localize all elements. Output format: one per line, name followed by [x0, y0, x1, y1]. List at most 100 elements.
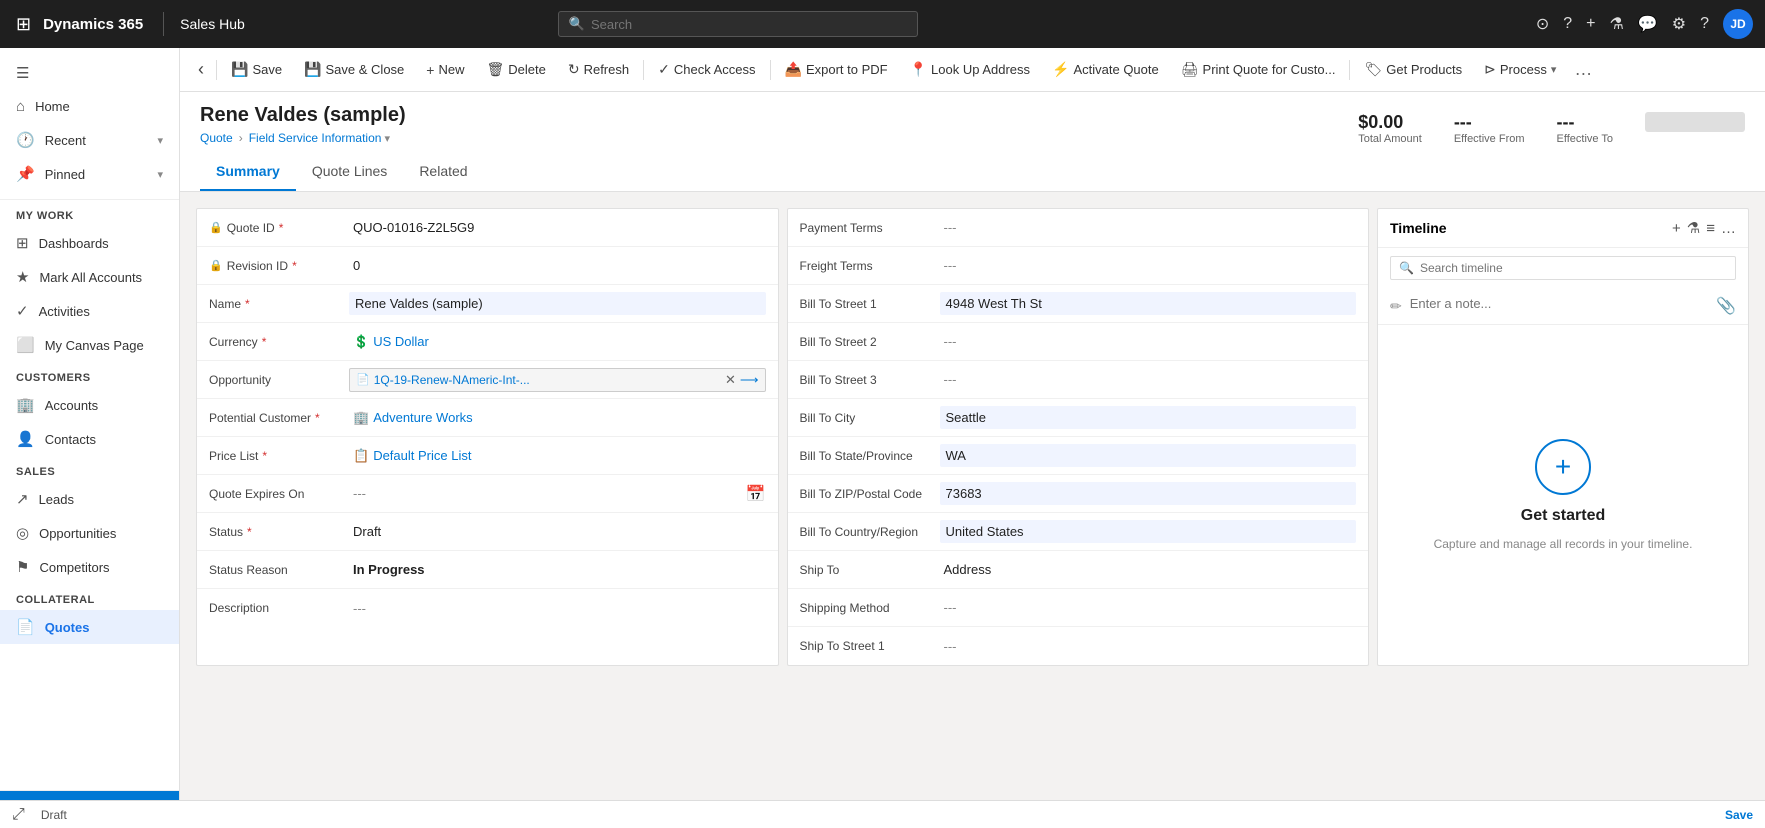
sidebar-item-opportunities[interactable]: ◎ Opportunities [0, 516, 179, 550]
settings-icon[interactable]: ⚙ [1672, 14, 1686, 34]
left-form-section: 🔒 Quote ID * QUO-01016-Z2L5G9 🔒 Revision… [196, 208, 779, 666]
sidebar-item-activities[interactable]: ✓ Activities [0, 294, 179, 328]
field-bill-to-state: Bill To State/Province WA [788, 437, 1369, 475]
sidebar-label-recent: Recent [45, 133, 148, 148]
sidebar-item-leads[interactable]: ↗ Leads [0, 482, 179, 516]
value-currency[interactable]: 💲 US Dollar [349, 332, 766, 352]
refresh-button[interactable]: ↻ Refresh [558, 55, 639, 84]
status-expand-icon[interactable]: ⤢ [12, 806, 25, 824]
effective-to-label: Effective To [1557, 133, 1613, 145]
sidebar-item-canvas[interactable]: ⬜ My Canvas Page [0, 328, 179, 362]
process-label: Process [1500, 62, 1547, 77]
delete-icon: 🗑 [486, 61, 504, 78]
sidebar-item-mark-all-accounts[interactable]: ★ Mark All Accounts [0, 260, 179, 294]
label-bill-to-country: Bill To Country/Region [800, 525, 940, 539]
help-icon[interactable]: ? [1700, 15, 1709, 33]
breadcrumb-quote[interactable]: Quote [200, 131, 233, 145]
timeline-search-bar[interactable]: 🔍 [1390, 256, 1736, 280]
more-options-icon[interactable]: … [1568, 55, 1598, 84]
sidebar-item-accounts[interactable]: 🏢 Accounts [0, 388, 179, 422]
tab-summary[interactable]: Summary [200, 153, 296, 191]
field-description: Description --- [197, 589, 778, 627]
required-status: * [247, 525, 252, 539]
tab-related[interactable]: Related [403, 153, 483, 191]
timeline-more-icon[interactable]: … [1721, 220, 1736, 237]
value-bill-to-state[interactable]: WA [940, 444, 1357, 467]
waffle-menu-icon[interactable]: ⊞ [12, 10, 35, 39]
timeline-section: Timeline + ⚗ ≡ … 🔍 ✏ 📎 + Get started [1377, 208, 1749, 666]
user-avatar[interactable]: JD [1723, 9, 1753, 39]
refresh-icon: ↻ [568, 61, 580, 78]
back-button[interactable]: ‹ [190, 55, 212, 84]
timeline-attach-icon[interactable]: 📎 [1716, 296, 1736, 316]
value-potential-customer[interactable]: 🏢 Adventure Works [349, 408, 766, 428]
opportunity-clear-icon[interactable]: ✕ [725, 372, 736, 388]
field-bill-to-street1: Bill To Street 1 4948 West Th St [788, 285, 1369, 323]
sidebar-label-pinned: Pinned [45, 167, 148, 182]
sidebar-collapse-toggle[interactable]: ☰ [0, 56, 179, 90]
sidebar-item-pinned[interactable]: 📌 Pinned ▾ [0, 157, 179, 191]
export-pdf-button[interactable]: 📤 Export to PDF [775, 55, 898, 84]
get-products-button[interactable]: 🏷 Get Products [1354, 55, 1472, 84]
value-price-list[interactable]: 📋 Default Price List [349, 446, 766, 466]
sidebar-item-home[interactable]: ⌂ Home [0, 90, 179, 123]
activities-icon: ✓ [16, 302, 29, 320]
sidebar-label-opportunities: Opportunities [39, 526, 163, 541]
search-input[interactable] [591, 17, 907, 32]
required-customer: * [315, 411, 320, 425]
save-button[interactable]: 💾 Save [221, 55, 292, 84]
status-save-button[interactable]: Save [1725, 808, 1753, 822]
save-close-button[interactable]: 💾 Save & Close [294, 55, 414, 84]
label-bill-to-city: Bill To City [800, 411, 940, 425]
print-quote-button[interactable]: 🖨 Print Quote for Custo... [1171, 55, 1346, 84]
timeline-search-icon: 🔍 [1399, 261, 1414, 275]
timeline-list-icon[interactable]: ≡ [1706, 220, 1715, 237]
tab-quote-lines[interactable]: Quote Lines [296, 153, 404, 191]
filter-icon[interactable]: ⚗ [1609, 14, 1623, 34]
required-revision-id: * [292, 259, 297, 273]
breadcrumb-separator: › [239, 131, 243, 145]
timeline-note-input-area: ✏ 📎 [1378, 288, 1748, 325]
timeline-add-icon[interactable]: + [1672, 220, 1681, 237]
required-quote-id: * [279, 221, 284, 235]
process-button[interactable]: ⊳ Process ▾ [1474, 55, 1566, 84]
goal-icon[interactable]: ⊙ [1536, 14, 1549, 34]
lookup-address-button[interactable]: 📍 Look Up Address [900, 55, 1040, 84]
sidebar-item-recent[interactable]: 🕐 Recent ▾ [0, 123, 179, 157]
sidebar-item-quotes[interactable]: 📄 Quotes [0, 610, 179, 644]
timeline-add-circle[interactable]: + [1535, 439, 1591, 495]
timeline-edit-icon: ✏ [1390, 298, 1402, 315]
delete-button[interactable]: 🗑 Delete [476, 55, 555, 84]
value-description[interactable]: --- [349, 599, 766, 618]
timeline-note-input[interactable] [1410, 296, 1708, 311]
value-ship-to: Address [940, 560, 1357, 579]
timeline-search-input[interactable] [1420, 261, 1727, 275]
value-bill-to-street3: --- [940, 370, 1357, 389]
new-label: New [438, 62, 464, 77]
activate-quote-button[interactable]: ⚡ Activate Quote [1042, 55, 1169, 84]
opportunity-nav-icon[interactable]: ⟶ [740, 372, 759, 388]
new-button[interactable]: + New [416, 56, 474, 84]
opportunity-lookup[interactable]: 📄 1Q-19-Renew-NAmeric-Int-... ✕ ⟶ [349, 368, 766, 392]
calendar-icon[interactable]: 📅 [746, 484, 766, 504]
global-search-bar[interactable]: 🔍 [558, 11, 918, 37]
value-bill-to-country[interactable]: United States [940, 520, 1357, 543]
sidebar-item-contacts[interactable]: 👤 Contacts [0, 422, 179, 456]
value-quote-expires[interactable]: --- [349, 484, 746, 503]
breadcrumb-field-service[interactable]: Field Service Information ▾ [249, 131, 390, 145]
effective-to-value: --- [1557, 112, 1613, 133]
value-bill-to-city[interactable]: Seattle [940, 406, 1357, 429]
check-access-button[interactable]: ✓ Check Access [648, 55, 765, 84]
sidebar-item-dashboards[interactable]: ⊞ Dashboards [0, 226, 179, 260]
value-name[interactable]: Rene Valdes (sample) [349, 292, 766, 315]
field-revision-id: 🔒 Revision ID * 0 [197, 247, 778, 285]
help-info-icon[interactable]: ? [1563, 15, 1572, 33]
sidebar-top-section: ☰ ⌂ Home 🕐 Recent ▾ 📌 Pinned ▾ [0, 48, 179, 200]
add-icon[interactable]: + [1586, 15, 1595, 33]
value-bill-to-street1[interactable]: 4948 West Th St [940, 292, 1357, 315]
value-bill-to-zip[interactable]: 73683 [940, 482, 1357, 505]
timeline-filter-icon[interactable]: ⚗ [1687, 219, 1700, 237]
chat-icon[interactable]: 💬 [1638, 14, 1658, 34]
timeline-empty-title: Get started [1521, 507, 1605, 525]
sidebar-item-competitors[interactable]: ⚑ Competitors [0, 550, 179, 584]
